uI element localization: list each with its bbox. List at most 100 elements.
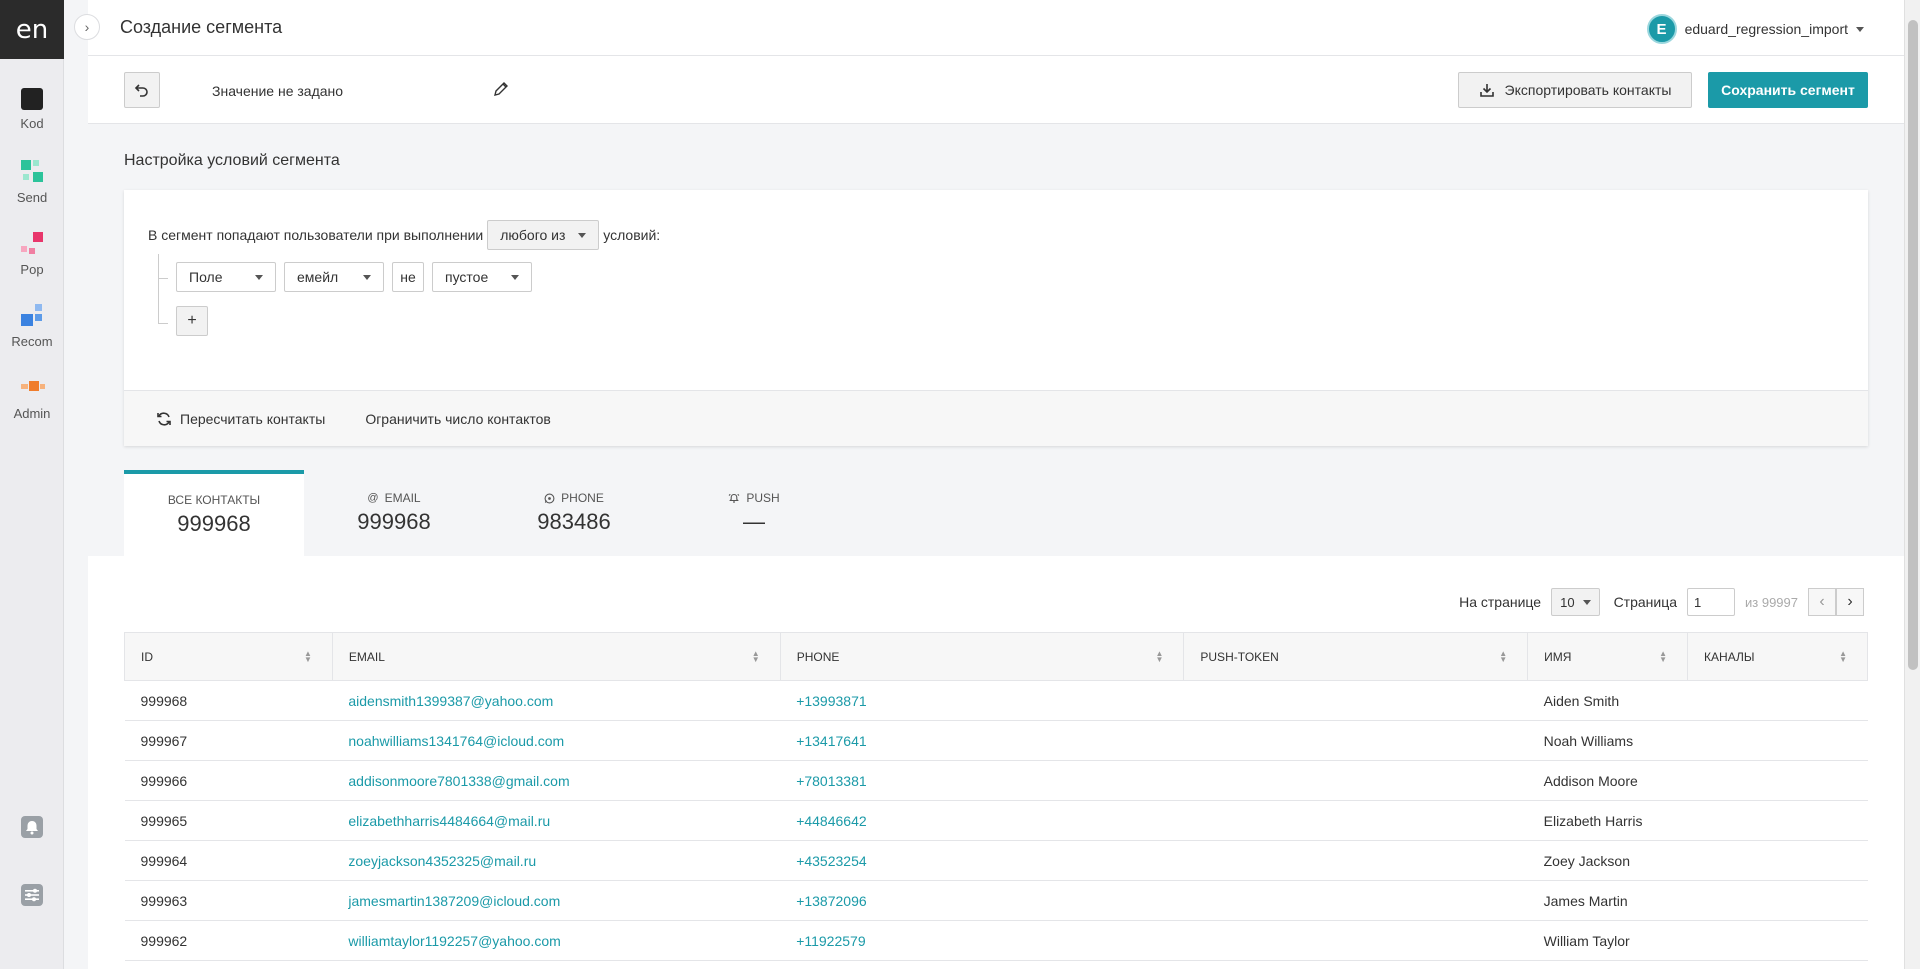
cell-phone[interactable]: +44846642 [780,800,1184,841]
undo-icon [134,84,148,97]
tab-phone[interactable]: Phone 983486 [484,470,664,556]
recalculate-contacts-button[interactable]: Пересчитать контакты [156,411,325,427]
prev-page-button[interactable]: ‹ [1808,588,1836,616]
cell-channels [1687,840,1868,881]
sort-icon: ▲ ▼ [1155,649,1164,664]
field-select[interactable]: емейл [284,262,384,292]
cell-push-token [1183,840,1528,881]
scrollbar-thumb[interactable] [1908,20,1918,670]
cell-email[interactable]: addisonmoore7801338@gmail.com [332,760,781,801]
table-row[interactable]: 999962 williamtaylor1192257@yahoo.com +1… [124,920,1868,961]
negation-toggle[interactable]: не [392,262,424,292]
tree-branch [158,323,168,324]
operator-select[interactable]: пустое [432,262,532,292]
contacts-table-area: На странице 10 Страница из 99997 ‹ › ID ▲… [88,556,1904,969]
refresh-icon [157,411,171,426]
tree-branch [158,278,168,279]
cell-channels [1687,760,1868,801]
tab-email[interactable]: @ Email 999968 [304,470,484,556]
settings-sliders-icon[interactable] [21,884,43,906]
conditions-intro-text: В сегмент попадают пользователи при выпо… [148,227,484,243]
cell-phone[interactable]: +78013381 [780,760,1184,801]
cell-email[interactable]: williamtaylor1192257@yahoo.com [332,920,781,961]
recalculate-contacts-label: Пересчитать контакты [180,410,326,427]
field-value: емейл [297,269,339,285]
tab-push[interactable]: Push — [664,470,844,556]
page-input[interactable] [1687,588,1736,616]
conditions-footer: Пересчитать контакты Ограничить число ко… [124,390,1868,446]
sidebar-item-recom[interactable]: Recom [0,289,64,361]
sidebar-item-send[interactable]: Send [0,145,64,217]
export-contacts-button[interactable]: Экспортировать контакты [1458,72,1692,108]
table-row[interactable]: 999963 jamesmartin1387209@icloud.com +13… [124,880,1868,921]
save-segment-button[interactable]: Сохранить сегмент [1708,72,1868,108]
app-logo[interactable]: en [0,0,64,59]
sidebar-item-label: Kod [20,115,44,131]
tab-value: 999968 [177,511,251,536]
sidebar-item-admin[interactable]: Admin [0,361,64,433]
tab-value: 999968 [357,509,431,534]
per-page-select[interactable]: 10 [1551,588,1600,616]
cell-id: 999962 [124,920,333,961]
column-header-channels[interactable]: КАНАЛЫ ▲ ▼ [1687,632,1868,681]
user-name: eduard_regression_import [1684,21,1848,37]
field-type-select[interactable]: Поле [176,262,276,292]
cell-channels [1687,720,1868,761]
column-header-email[interactable]: EMAIL ▲ ▼ [331,632,781,681]
cell-phone[interactable]: +13417641 [780,720,1184,761]
table-row[interactable]: 999965 elizabethharris4484664@mail.ru +4… [124,800,1868,841]
at-icon: @ [367,492,379,504]
match-mode-value: любого из [500,227,566,243]
total-pages: из 99997 [1745,594,1798,610]
cell-email[interactable]: noahwilliams1341764@icloud.com [332,720,781,761]
cell-id: 999966 [124,760,333,801]
sidebar-item-pop[interactable]: Pop [0,217,64,289]
user-menu[interactable]: E eduard_regression_import [1646,14,1864,44]
table-row[interactable]: 999967 noahwilliams1341764@icloud.com +1… [124,720,1868,761]
cell-phone[interactable]: +13993871 [780,680,1184,721]
page-label: Страница [1613,594,1678,610]
cell-email[interactable]: aidensmith1399387@yahoo.com [332,680,781,721]
chevron-down-icon [1856,26,1864,32]
contacts-table: ID ▲ ▼ EMAIL ▲ ▼ PHONE ▲ ▼ PUSH-TOKEN ▲ ▼ ИМЯ ▲ ▼ … [124,632,1868,961]
column-header-id[interactable]: ID ▲ ▼ [124,632,333,681]
cell-id: 999967 [124,720,333,761]
cell-email[interactable]: zoeyjackson4352325@mail.ru [332,840,781,881]
cell-push-token [1183,720,1528,761]
cell-phone[interactable]: +11922579 [780,920,1184,961]
column-header-push-token[interactable]: PUSH-TOKEN ▲ ▼ [1183,632,1529,681]
next-page-button[interactable]: › [1836,588,1864,616]
limit-contacts-button[interactable]: Ограничить число контактов [365,411,551,427]
sidebar-item-kod[interactable]: Kod [0,73,64,145]
table-row[interactable]: 999968 aidensmith1399387@yahoo.com +1399… [124,680,1868,721]
cell-email[interactable]: elizabethharris4484664@mail.ru [332,800,781,841]
table-row[interactable]: 999966 addisonmoore7801338@gmail.com +78… [124,760,1868,801]
tab-all-contacts[interactable]: Все контакты 999968 [124,470,304,556]
tab-value: 983486 [537,509,611,534]
table-row[interactable]: 999964 zoeyjackson4352325@mail.ru +43523… [124,840,1868,881]
column-header-name[interactable]: ИМЯ ▲ ▼ [1527,632,1689,681]
negation-value: не [400,269,416,285]
sidebar-item-label: Pop [20,261,44,277]
admin-icon [19,374,45,400]
match-mode-select[interactable]: любого из [487,220,600,250]
add-condition-button[interactable]: + [176,306,208,336]
cell-phone[interactable]: +13872096 [780,880,1184,921]
export-contacts-label: Экспортировать контакты [1504,82,1672,98]
page-scrollbar[interactable] [1904,0,1920,969]
cell-push-token [1183,880,1528,921]
cell-email[interactable]: jamesmartin1387209@icloud.com [332,880,781,921]
cell-id: 999968 [124,680,333,721]
chevron-down-icon [511,274,519,280]
back-button[interactable] [124,72,160,108]
cell-name: Elizabeth Harris [1527,800,1688,841]
sidebar-expand-button[interactable]: › [74,14,100,40]
cell-phone[interactable]: +43523254 [780,840,1184,881]
bell-icon[interactable] [21,816,43,838]
column-header-label: ID [141,649,153,664]
column-header-phone[interactable]: PHONE ▲ ▼ [779,632,1185,681]
sort-icon: ▲ ▼ [751,649,760,664]
pagination: На странице 10 Страница из 99997 ‹ › [1459,588,1864,616]
pencil-icon[interactable] [492,80,510,98]
conditions-section-title: Настройка условий сегмента [124,152,340,169]
